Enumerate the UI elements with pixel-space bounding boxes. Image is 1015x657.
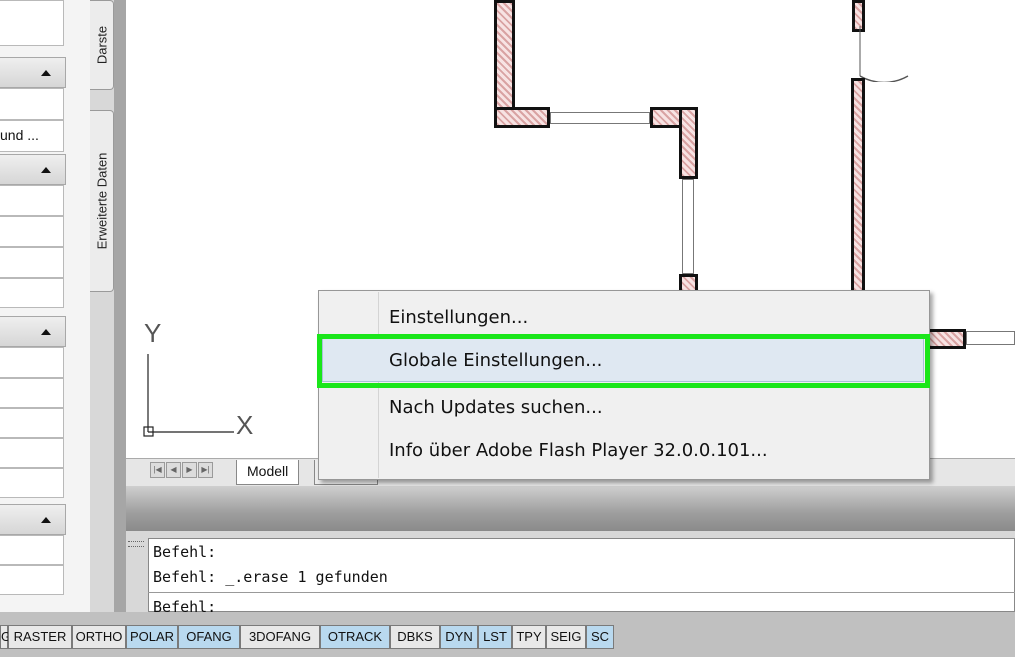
palette-row[interactable] [0, 278, 64, 308]
highlight-annotation-box [317, 334, 930, 388]
next-tab-button[interactable]: ▶ [182, 462, 197, 478]
collapse-arrow-icon[interactable] [41, 517, 51, 523]
palette-row[interactable]: und ... [0, 120, 64, 152]
collapse-arrow-icon[interactable] [41, 167, 51, 173]
palette-section-header[interactable] [0, 316, 66, 347]
status-button-dyn[interactable]: DYN [440, 625, 478, 649]
wall [679, 107, 698, 179]
status-button-snap[interactable]: G [0, 625, 11, 649]
palette-row[interactable] [0, 378, 64, 408]
status-button-tpy[interactable]: TPY [512, 625, 546, 649]
status-button-lst[interactable]: LST [478, 625, 512, 649]
door-swing [859, 26, 909, 82]
palette-section-header[interactable] [0, 504, 66, 535]
status-button-ofang[interactable]: OFANG [178, 625, 240, 649]
menu-item-einstellungen[interactable]: Einstellungen... [389, 307, 528, 328]
last-tab-button[interactable]: ▶| [198, 462, 213, 478]
menu-item-info-flash-player[interactable]: Info über Adobe Flash Player 32.0.0.101.… [389, 440, 768, 461]
palette-row[interactable] [0, 408, 64, 438]
status-button-dbks[interactable]: DBKS [390, 625, 440, 649]
menu-item-nach-updates-suchen[interactable]: Nach Updates suchen... [389, 397, 603, 418]
status-button-seig[interactable]: SEIG [546, 625, 586, 649]
tab-label: Erweiterte Daten [94, 152, 109, 250]
horizontal-scrollbar[interactable] [126, 486, 1015, 531]
status-button-3dofang[interactable]: 3DOFANG [240, 625, 320, 649]
status-button-raster[interactable]: RASTER [8, 625, 72, 649]
status-button-otrack[interactable]: OTRACK [320, 625, 390, 649]
status-button-ortho[interactable]: ORTHO [72, 625, 126, 649]
status-button-sc[interactable]: SC [586, 625, 614, 649]
palette-section-header[interactable] [0, 154, 66, 185]
command-history-line: Befehl: [153, 543, 217, 561]
palette-row[interactable] [0, 438, 64, 468]
tab-erweiterte-daten[interactable]: Erweiterte Daten [90, 110, 114, 292]
palette-row[interactable] [0, 0, 64, 46]
tab-darstellung[interactable]: Darste [90, 0, 114, 90]
ucs-y-label: Y [144, 318, 162, 348]
tab-modell[interactable]: Modell [236, 460, 300, 485]
wall [494, 107, 550, 128]
palette-row[interactable] [0, 216, 64, 247]
tab-label: Darste [94, 25, 109, 65]
collapse-arrow-icon[interactable] [41, 70, 51, 76]
window [682, 179, 694, 274]
window [966, 331, 1015, 345]
collapse-arrow-icon[interactable] [41, 329, 51, 335]
divider [148, 592, 1015, 593]
window [550, 112, 650, 124]
ucs-x-label: X [236, 410, 254, 440]
palette-row-label: und ... [0, 127, 39, 143]
palette-row[interactable] [0, 468, 64, 498]
palette-section-header[interactable] [0, 57, 66, 88]
palette-row[interactable] [0, 347, 64, 378]
status-button-polar[interactable]: POLAR [126, 625, 178, 649]
grip-icon[interactable] [128, 541, 144, 547]
palette-row[interactable] [0, 247, 64, 278]
wall [851, 78, 865, 300]
command-history-line: Befehl: _.erase 1 gefunden [153, 568, 388, 586]
first-tab-button[interactable]: |◀ [150, 462, 165, 478]
tool-palette: und ... [0, 0, 90, 612]
palette-row[interactable] [0, 565, 64, 595]
palette-row[interactable] [0, 185, 64, 216]
palette-row[interactable] [0, 535, 64, 565]
prev-tab-button[interactable]: ◀ [166, 462, 181, 478]
palette-row[interactable] [0, 88, 64, 120]
palette-splitter[interactable] [114, 0, 126, 612]
wall [926, 329, 966, 349]
palette-tab-strip [90, 0, 114, 612]
